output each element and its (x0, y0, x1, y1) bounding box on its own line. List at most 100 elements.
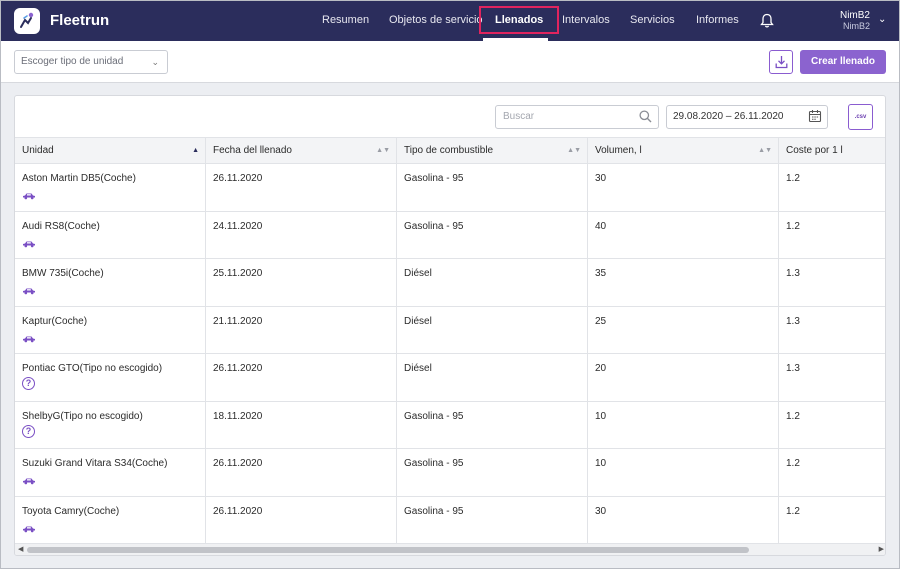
table-row[interactable]: Toyota Camry(Coche) 26.11.2020 Gasolina - … (15, 496, 885, 544)
nav-resumen[interactable]: Resumen (322, 0, 369, 41)
app-logo[interactable] (14, 8, 40, 34)
table-row[interactable]: Pontiac GTO(Tipo no escogido)? 26.11.2020… (15, 354, 885, 402)
cell-date-text: 26.11.2020 (213, 505, 263, 517)
cell-fuel-type: Gasolina - 95 (397, 449, 588, 496)
cell-date: 26.11.2020 (206, 496, 397, 544)
cell-cost: 1.2 (779, 164, 885, 211)
date-range-value: 29.08.2020 – 26.11.2020 (673, 111, 784, 122)
nav-objetos-de-servicio[interactable]: Objetos de servicio (389, 0, 483, 41)
nav-informes[interactable]: Informes (696, 0, 739, 41)
cell-fuel-type-text: Diésel (404, 268, 432, 279)
nav-servicios[interactable]: Servicios (630, 0, 675, 41)
cell-volume-text: 10 (595, 410, 607, 422)
chevron-down-icon: ⌄ (151, 57, 159, 67)
cell-volume: 20 (588, 354, 779, 401)
table-row[interactable]: Aston Martin DB5(Coche) 26.11.2020 Gasolin… (15, 164, 885, 212)
cell-unit: Toyota Camry(Coche) (15, 496, 206, 544)
cell-unit-text: Kaptur(Coche) (22, 315, 88, 327)
cell-cost-text: 1.2 (786, 173, 800, 184)
table-header: Unidad ▲ Fecha del llenado ▲▼ Tipo de co… (15, 137, 885, 164)
cell-fuel-type: Gasolina - 95 (397, 496, 588, 544)
cell-unit: Suzuki Grand Vitara S34(Coche) (15, 449, 206, 496)
cell-fuel-type-text: Gasolina - 95 (404, 173, 464, 184)
question-icon: ? (22, 424, 35, 438)
car-icon (22, 335, 36, 346)
cell-volume-text: 30 (595, 173, 607, 184)
cell-fuel-type: Diésel (397, 259, 588, 306)
table-row[interactable]: BMW 735i(Coche) 25.11.2020 Diésel 35 1.3 (15, 259, 885, 307)
cell-cost-text: 1.3 (786, 315, 800, 327)
app-name: Fleetrun (50, 12, 110, 29)
sort-icon: ▲ (192, 147, 199, 154)
cell-unit-text: Suzuki Grand Vitara S34(Coche) (22, 458, 168, 469)
search-icon (639, 110, 652, 123)
nav-llenados[interactable]: Llenados (479, 6, 560, 34)
column-header-volumen[interactable]: Volumen, l ▲▼ (588, 138, 779, 163)
cell-volume: 25 (588, 306, 779, 354)
top-bar: Fleetrun Resumen Objetos de servicio Lle… (0, 0, 900, 41)
download-button[interactable] (769, 50, 793, 74)
cell-date: 26.11.2020 (206, 449, 397, 496)
cell-volume-text: 40 (595, 220, 607, 232)
table-row[interactable]: Suzuki Grand Vitara S34(Coche) 26.11.2020… (15, 449, 885, 497)
date-range-picker[interactable]: 29.08.2020 – 26.11.2020 (666, 105, 828, 129)
cell-unit: Pontiac GTO(Tipo no escogido)? (15, 354, 206, 401)
cell-date: 24.11.2020 (206, 211, 397, 259)
cell-unit-text: Pontiac GTO(Tipo no escogido) (22, 363, 163, 374)
table-row[interactable]: Audi RS8(Coche) 24.11.2020 Gasolina - 95 40… (15, 211, 885, 259)
cell-cost-text: 1.3 (786, 363, 800, 374)
column-header-coste[interactable]: Coste por 1 l (779, 138, 885, 163)
cell-unit: Audi RS8(Coche) (15, 211, 206, 259)
column-header-fecha[interactable]: Fecha del llenado ▲▼ (206, 138, 397, 163)
column-header-tipo-combustible[interactable]: Tipo de combustible ▲▼ (397, 138, 588, 163)
sort-icon: ▲▼ (567, 147, 581, 154)
scroll-right-arrow-icon[interactable]: ▶ (879, 545, 884, 553)
cell-fuel-type-text: Diésel (404, 315, 432, 327)
cell-volume: 30 (588, 164, 779, 211)
nav-intervalos[interactable]: Intervalos (562, 0, 610, 41)
cell-date-text: 24.11.2020 (213, 220, 263, 232)
cell-fuel-type-text: Gasolina - 95 (404, 458, 464, 469)
unit-type-placeholder: Escoger tipo de unidad (21, 56, 124, 67)
cell-cost-text: 1.3 (786, 268, 800, 279)
csv-export-button[interactable]: .csv (848, 104, 873, 130)
question-icon: ? (22, 377, 35, 390)
car-icon (22, 287, 36, 298)
cell-unit-text: Aston Martin DB5(Coche) (22, 173, 136, 184)
table-row[interactable]: Kaptur(Coche) 21.11.2020 Diésel 25 1.3 (15, 306, 885, 354)
cell-cost: 1.3 (779, 307, 885, 354)
unit-type-select[interactable]: Escoger tipo de unidad ⌄ (14, 50, 168, 74)
cell-unit: Kaptur(Coche) (15, 306, 206, 354)
horizontal-scrollbar[interactable]: ◀ ▶ (15, 543, 885, 555)
scroll-left-arrow-icon[interactable]: ◀ (18, 545, 23, 553)
cell-cost: 1.2 (779, 497, 885, 544)
cell-unit-text: Audi RS8(Coche) (22, 220, 100, 232)
cell-unit: BMW 735i(Coche) (15, 259, 206, 306)
cell-date-text: 26.11.2020 (213, 458, 263, 469)
cell-cost: 1.2 (779, 402, 885, 449)
user-menu[interactable]: NimB2 NimB2 (840, 10, 870, 32)
car-icon (22, 525, 36, 536)
cell-fuel-type-text: Gasolina - 95 (404, 220, 464, 232)
cell-date: 26.11.2020 (206, 164, 397, 211)
cell-volume-text: 25 (595, 315, 607, 327)
cell-fuel-type-text: Gasolina - 95 (404, 505, 464, 517)
cell-date-text: 26.11.2020 (213, 363, 263, 374)
sort-icon: ▲▼ (758, 147, 772, 154)
table-row[interactable]: ShelbyG(Tipo no escogido)? 18.11.2020 Gaso… (15, 401, 885, 449)
logo-icon (20, 12, 34, 28)
cell-date-text: 25.11.2020 (213, 268, 263, 279)
cell-fuel-type: Diésel (397, 306, 588, 354)
search-placeholder: Buscar (503, 111, 535, 122)
column-header-unidad[interactable]: Unidad ▲ (15, 138, 206, 163)
cell-volume: 10 (588, 449, 779, 496)
cell-cost: 1.3 (779, 259, 885, 306)
calendar-icon (808, 110, 822, 123)
notifications-bell-icon[interactable] (760, 13, 774, 33)
cell-fuel-type-text: Gasolina - 95 (404, 410, 464, 422)
scrollbar-thumb[interactable] (27, 547, 749, 553)
create-refuel-button[interactable]: Crear llenado (800, 50, 886, 74)
search-input[interactable]: Buscar (495, 105, 659, 129)
cell-fuel-type: Diésel (397, 354, 588, 401)
chevron-down-icon[interactable]: ⌄ (878, 14, 886, 25)
